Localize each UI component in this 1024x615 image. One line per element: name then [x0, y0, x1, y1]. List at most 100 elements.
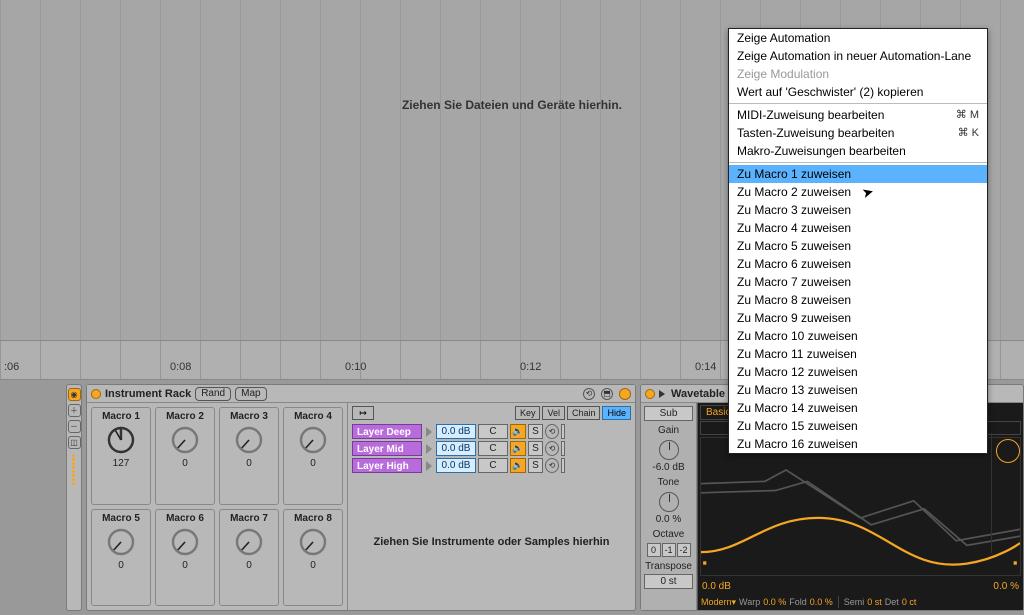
context-menu-item[interactable]: Wert auf 'Geschwister' (2) kopieren	[729, 83, 987, 101]
chain-solo-button[interactable]: S	[528, 441, 543, 456]
chain-row[interactable]: Layer Deep 0.0 dBC🔈S⟲	[348, 423, 635, 440]
macro-label: Macro 7	[230, 513, 268, 524]
context-menu-item[interactable]: Tasten-Zuweisung bearbeiten⌘ K	[729, 124, 987, 142]
camera-button[interactable]: ◫	[68, 436, 81, 449]
chain-hotswap-icon[interactable]: ⟲	[545, 424, 559, 439]
context-menu-item[interactable]: Zu Macro 2 zuweisen	[729, 183, 987, 201]
save-preset-icon[interactable]: ⬒	[601, 388, 613, 400]
zoom-in-button[interactable]: ＋	[68, 404, 81, 417]
chain-solo-button[interactable]: S	[528, 424, 543, 439]
menu-item-label: Zu Macro 1 zuweisen	[737, 167, 851, 181]
chain-volume[interactable]: 0.0 dB	[436, 458, 476, 473]
octave-option[interactable]: -1	[662, 543, 676, 557]
macro-knob-4[interactable]: Macro 40	[283, 407, 343, 505]
knob-icon[interactable]	[233, 424, 265, 456]
macro-knob-5[interactable]: Macro 50	[91, 509, 151, 607]
knob-icon[interactable]	[105, 424, 137, 456]
context-menu-item[interactable]: Zu Macro 12 zuweisen	[729, 363, 987, 381]
position-knob[interactable]	[996, 439, 1020, 463]
waveform-display[interactable]	[700, 437, 1021, 576]
warp-value[interactable]: 0.0 %	[763, 597, 786, 607]
octave-option[interactable]: 0	[647, 543, 661, 557]
context-menu-item[interactable]: Zu Macro 5 zuweisen	[729, 237, 987, 255]
context-menu-item[interactable]: Zu Macro 9 zuweisen	[729, 309, 987, 327]
context-menu-item[interactable]: Zu Macro 15 zuweisen	[729, 417, 987, 435]
gain-knob[interactable]	[659, 440, 679, 460]
macro-knob-1[interactable]: Macro 1127	[91, 407, 151, 505]
rand-button[interactable]: Rand	[195, 387, 231, 401]
det-value[interactable]: 0 ct	[902, 597, 917, 607]
device-activator-icon[interactable]	[91, 389, 101, 399]
chain-row[interactable]: Layer High 0.0 dBC🔈S⟲	[348, 457, 635, 474]
vel-button[interactable]: Vel	[542, 406, 565, 420]
knob-icon[interactable]	[169, 526, 201, 558]
context-menu-item[interactable]: Zu Macro 1 zuweisen	[729, 165, 987, 183]
chain-drop-hint[interactable]: Ziehen Sie Instrumente oder Samples hier…	[348, 474, 635, 610]
semi-value[interactable]: 0 st	[867, 597, 882, 607]
chain-pan[interactable]: C	[478, 441, 508, 456]
chain-name[interactable]: Layer High	[352, 458, 422, 473]
chain-name[interactable]: Layer Deep	[352, 424, 422, 439]
context-menu-item[interactable]: Zu Macro 4 zuweisen	[729, 219, 987, 237]
context-menu-item[interactable]: Zu Macro 6 zuweisen	[729, 255, 987, 273]
context-menu-item[interactable]: Zu Macro 16 zuweisen	[729, 435, 987, 453]
knob-icon[interactable]	[233, 526, 265, 558]
play-icon[interactable]	[659, 390, 665, 398]
effect-mode-selector[interactable]: Modern▾	[701, 597, 736, 608]
tone-knob[interactable]	[659, 492, 679, 512]
fold-value[interactable]: 0.0 %	[810, 597, 833, 607]
chain-solo-button[interactable]: S	[528, 458, 543, 473]
chain-volume[interactable]: 0.0 dB	[436, 441, 476, 456]
chain-hotswap-icon[interactable]: ⟲	[545, 441, 559, 456]
sub-button[interactable]: Sub	[644, 406, 693, 421]
octave-selector: 0 -1 -2	[644, 543, 693, 557]
macro-knob-8[interactable]: Macro 80	[283, 509, 343, 607]
chain-select-arrow-icon[interactable]: ↦	[352, 406, 374, 420]
context-menu-item[interactable]: Zu Macro 7 zuweisen	[729, 273, 987, 291]
macro-grid: Macro 1127Macro 20Macro 30Macro 40Macro …	[87, 403, 347, 610]
context-menu-item[interactable]: Zeige Automation	[729, 29, 987, 47]
knob-icon[interactable]	[169, 424, 201, 456]
context-menu-item[interactable]: Zu Macro 11 zuweisen	[729, 345, 987, 363]
device-on-icon[interactable]	[619, 388, 631, 400]
knob-icon[interactable]	[105, 526, 137, 558]
chain-hotswap-icon[interactable]: ⟲	[545, 458, 559, 473]
hide-button[interactable]: Hide	[602, 406, 631, 420]
chain-pan[interactable]: C	[478, 424, 508, 439]
chain-mute-icon[interactable]: 🔈	[510, 424, 526, 439]
chain-play-icon[interactable]	[426, 427, 432, 437]
chain-button[interactable]: Chain	[567, 406, 601, 420]
hot-swap-icon[interactable]: ⟲	[583, 388, 595, 400]
context-menu-item[interactable]: Zu Macro 14 zuweisen	[729, 399, 987, 417]
knob-icon[interactable]	[297, 526, 329, 558]
macro-knob-3[interactable]: Macro 30	[219, 407, 279, 505]
context-menu-item[interactable]: Zu Macro 13 zuweisen	[729, 381, 987, 399]
context-menu-item[interactable]: Zu Macro 3 zuweisen	[729, 201, 987, 219]
key-button[interactable]: Key	[515, 406, 541, 420]
macro-label: Macro 8	[294, 513, 332, 524]
chain-row[interactable]: Layer Mid 0.0 dBC🔈S⟲	[348, 440, 635, 457]
chain-name[interactable]: Layer Mid	[352, 441, 422, 456]
octave-option[interactable]: -2	[677, 543, 691, 557]
context-menu-item[interactable]: Zu Macro 8 zuweisen	[729, 291, 987, 309]
map-button[interactable]: Map	[235, 387, 266, 401]
macro-knob-2[interactable]: Macro 20	[155, 407, 215, 505]
macro-knob-6[interactable]: Macro 60	[155, 509, 215, 607]
zoom-out-button[interactable]: －	[68, 420, 81, 433]
chain-mute-icon[interactable]: 🔈	[510, 458, 526, 473]
chain-play-icon[interactable]	[426, 444, 432, 454]
chain-play-icon[interactable]	[426, 461, 432, 471]
context-menu-item[interactable]: Makro-Zuweisungen bearbeiten	[729, 142, 987, 160]
drop-zone-hint: Ziehen Sie Dateien und Geräte hierhin.	[402, 98, 622, 112]
chain-pan[interactable]: C	[478, 458, 508, 473]
device-activator-icon[interactable]	[645, 389, 655, 399]
show-macros-button[interactable]: ◉	[68, 388, 81, 401]
macro-knob-7[interactable]: Macro 70	[219, 509, 279, 607]
chain-mute-icon[interactable]: 🔈	[510, 441, 526, 456]
knob-icon[interactable]	[297, 424, 329, 456]
context-menu-item[interactable]: Zu Macro 10 zuweisen	[729, 327, 987, 345]
context-menu-item[interactable]: Zeige Automation in neuer Automation-Lan…	[729, 47, 987, 65]
context-menu-item[interactable]: MIDI-Zuweisung bearbeiten⌘ M	[729, 106, 987, 124]
transpose-value[interactable]: 0 st	[644, 574, 693, 589]
chain-volume[interactable]: 0.0 dB	[436, 424, 476, 439]
